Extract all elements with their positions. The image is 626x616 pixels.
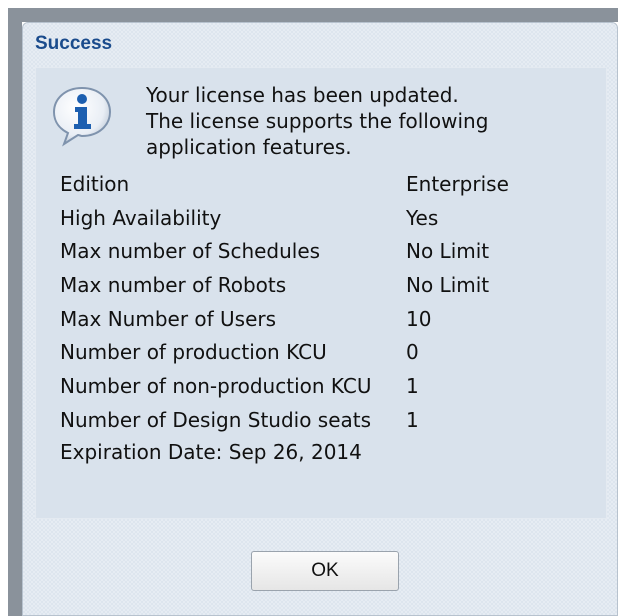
message-text: Your license has been updated. The licen… bbox=[146, 82, 488, 160]
feature-label: Max number of Schedules bbox=[60, 239, 321, 264]
screen: Success Your license has been updated. T… bbox=[0, 0, 626, 616]
feature-value: 0 bbox=[406, 340, 419, 365]
expiration-date: Expiration Date: Sep 26, 2014 bbox=[60, 440, 362, 464]
feature-value: 1 bbox=[406, 407, 419, 432]
feature-value: Yes bbox=[406, 205, 439, 230]
feature-label: Max Number of Users bbox=[60, 306, 277, 331]
dialog-title: Success bbox=[35, 33, 113, 54]
message-line: application features. bbox=[146, 135, 352, 159]
feature-value: Enterprise bbox=[406, 172, 509, 196]
background-window-edge-left bbox=[8, 8, 22, 616]
feature-value: 1 bbox=[406, 374, 419, 399]
success-dialog: Success Your license has been updated. T… bbox=[22, 22, 618, 616]
background-window-edge-top bbox=[8, 8, 618, 22]
message-line: The license supports the following bbox=[146, 109, 489, 133]
feature-value: No Limit bbox=[406, 239, 490, 264]
feature-label: Max number of Robots bbox=[60, 273, 287, 298]
feature-label: Number of Design Studio seats bbox=[60, 407, 372, 432]
feature-value: 10 bbox=[406, 306, 432, 331]
feature-label: Edition bbox=[60, 172, 130, 196]
feature-label: High Availability bbox=[60, 205, 222, 230]
feature-label: Number of non-production KCU bbox=[60, 374, 372, 399]
dialog-content: Your license has been updated. The licen… bbox=[35, 67, 607, 519]
feature-value: No Limit bbox=[406, 273, 490, 298]
ok-button[interactable]: OK bbox=[251, 551, 399, 591]
feature-label: Number of production KCU bbox=[60, 340, 327, 365]
message-line: Your license has been updated. bbox=[146, 83, 459, 107]
info-icon bbox=[52, 86, 112, 147]
